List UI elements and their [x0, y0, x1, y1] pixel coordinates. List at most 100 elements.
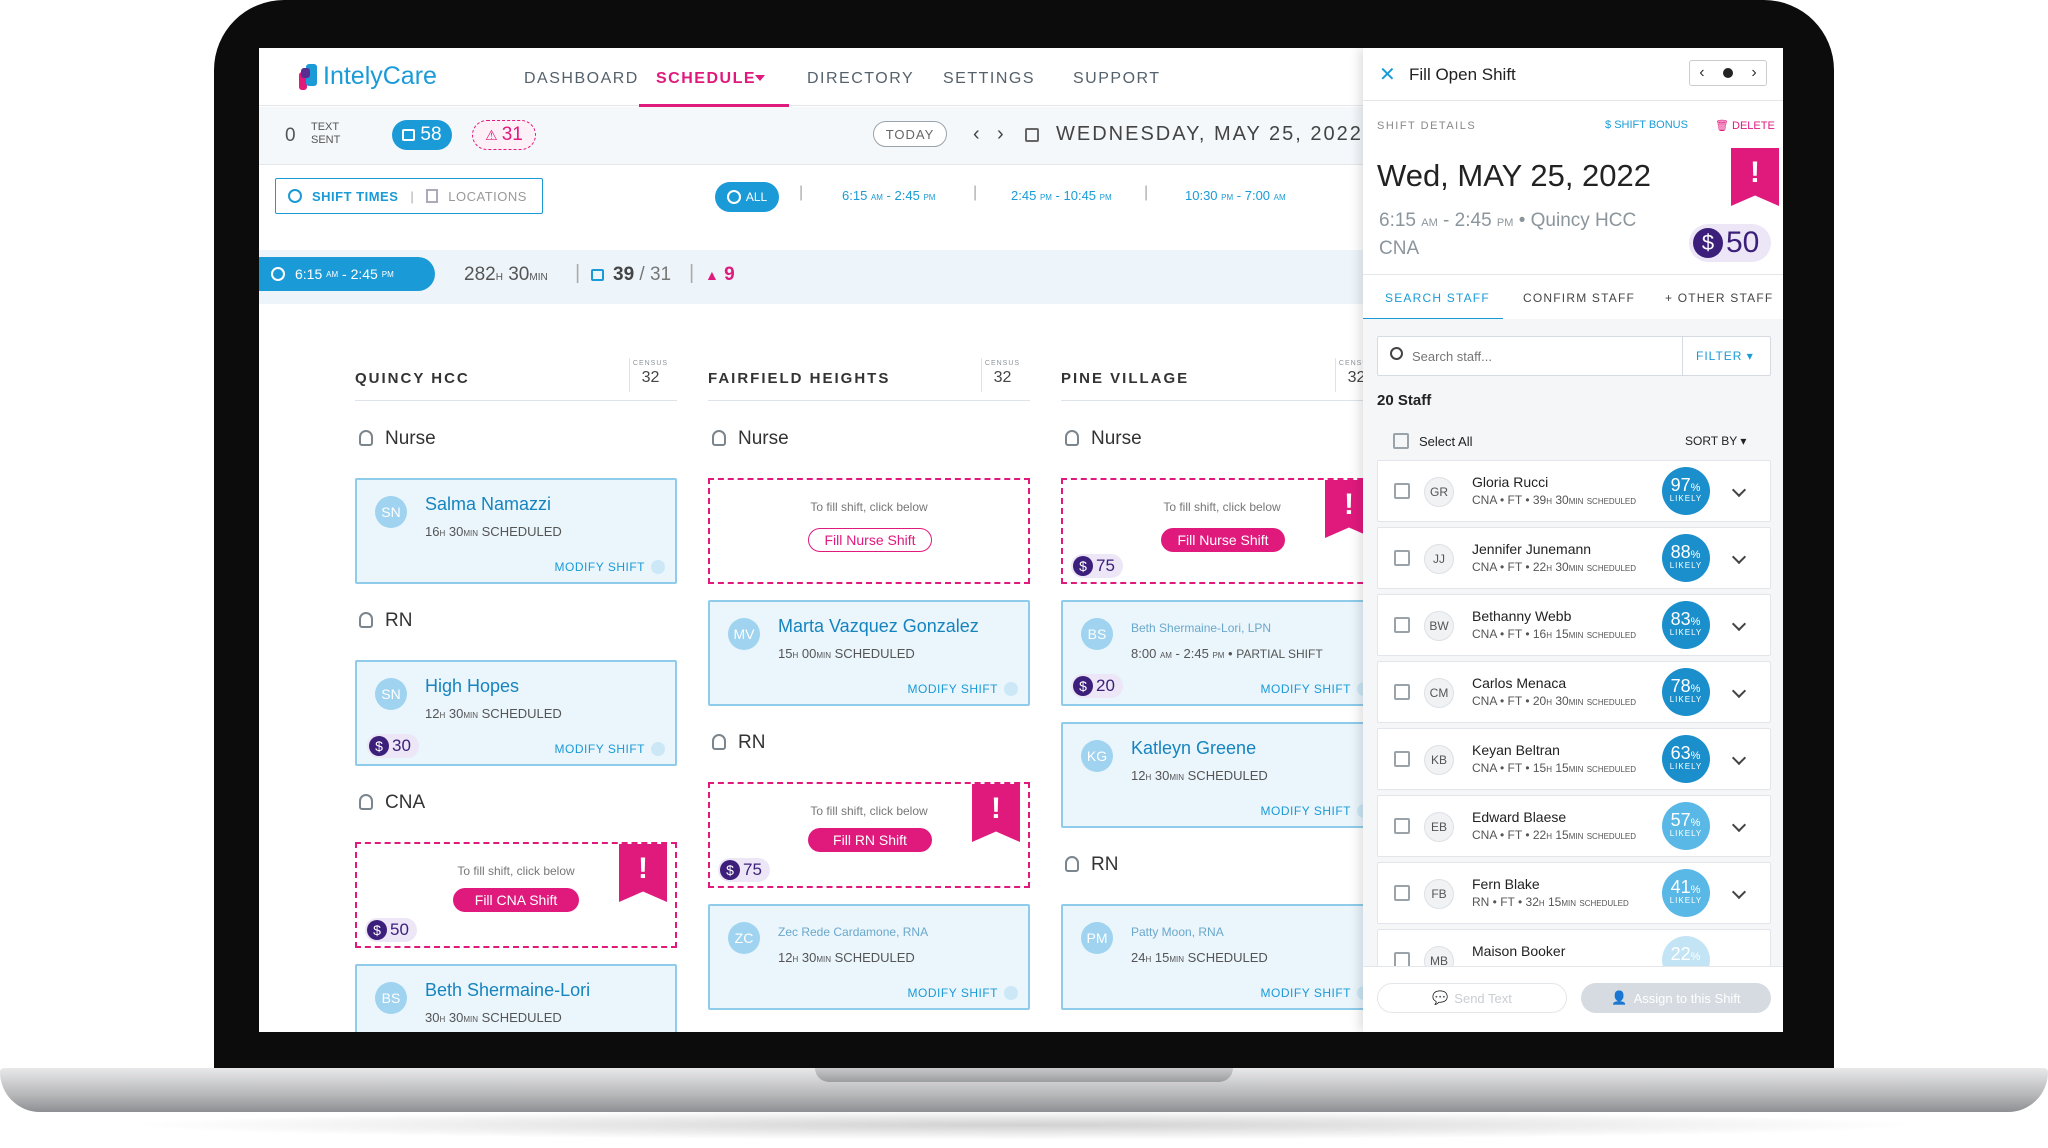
delete-link[interactable]: 🗑 DELETE	[1715, 119, 1775, 132]
shift-card-zec[interactable]: ZC Zec Rede Cardamone, RNA 12H 30MIN SCH…	[708, 904, 1030, 1010]
staff-row[interactable]: CM Carlos Menaca CNA • FT • 20H 30MIN SCHE…	[1377, 661, 1771, 723]
prev-icon[interactable]: ‹	[1699, 64, 1704, 82]
shift-card-katleyn[interactable]: KG Katleyn Greene 12H 30MIN SCHEDULED MO…	[1061, 722, 1383, 828]
assign-shift-button[interactable]: 👤 Assign to this Shift	[1581, 983, 1771, 1013]
avatar: BW	[1424, 611, 1454, 641]
chevron-down-icon[interactable]	[1731, 683, 1747, 699]
scheduled-hours: 16H 30MIN SCHEDULED	[425, 524, 562, 539]
chevron-down-icon[interactable]	[1731, 482, 1747, 498]
staff-row[interactable]: KB Keyan Beltran CNA • FT • 15H 15MIN SCHE…	[1377, 728, 1771, 790]
staff-name[interactable]: High Hopes	[425, 676, 519, 697]
likelihood-badge: 88% LIKELY	[1662, 534, 1710, 582]
staff-row[interactable]: MB Maison Booker 22%	[1377, 929, 1771, 969]
staff-name[interactable]: Beth Shermaine-Lori	[425, 980, 590, 1001]
bonus-badge: $20	[1071, 674, 1123, 698]
role-label-rn: RN	[359, 610, 412, 632]
staff-name[interactable]: Marta Vazquez Gonzalez	[778, 616, 979, 637]
selected-shift-pill[interactable]: 6:15 AM - 2:45 PM	[259, 257, 435, 291]
modify-shift-button[interactable]: MODIFY SHIFT	[908, 986, 1018, 1000]
prev-day-icon[interactable]: ‹	[973, 123, 980, 146]
dollar-icon: $	[369, 736, 389, 756]
staff-checkbox[interactable]	[1394, 684, 1410, 700]
tab-search-staff[interactable]: SEARCH STAFF	[1385, 291, 1490, 305]
staff-row[interactable]: JJ Jennifer Junemann CNA • FT • 22H 30MIN …	[1377, 527, 1771, 589]
send-text-button[interactable]: 💬 Send Text	[1377, 983, 1567, 1013]
staff-name[interactable]: Zec Rede Cardamone, RNA	[778, 920, 928, 941]
nav-directory[interactable]: DIRECTORY	[807, 70, 914, 88]
brand-logo[interactable]: IntelyCare	[299, 62, 437, 91]
chevron-down-icon[interactable]	[1731, 616, 1747, 632]
calendar-count-badge[interactable]: 58	[392, 120, 452, 150]
staff-checkbox[interactable]	[1394, 818, 1410, 834]
staff-name[interactable]: Salma Namazzi	[425, 494, 551, 515]
open-shift-nurse-fairfield: To fill shift, click below Fill Nurse Sh…	[708, 478, 1030, 584]
staff-name[interactable]: Patty Moon, RNA	[1131, 920, 1224, 941]
staff-row[interactable]: BW Bethanny Webb CNA • FT • 16H 15MIN SCHE…	[1377, 594, 1771, 656]
fill-rn-shift-button[interactable]: Fill RN Shift	[808, 828, 932, 852]
shift-filter-2[interactable]: 2:45 PM - 10:45 PM	[1011, 188, 1112, 203]
shift-card-marta[interactable]: MV Marta Vazquez Gonzalez 15H 00MIN SCHE…	[708, 600, 1030, 706]
select-all-checkbox[interactable]	[1393, 433, 1409, 449]
shift-times-toggle[interactable]: SHIFT TIMES	[312, 189, 398, 204]
likelihood-badge: 97% LIKELY	[1662, 467, 1710, 515]
alert-count: 31	[501, 124, 523, 145]
staff-checkbox[interactable]	[1394, 751, 1410, 767]
staff-checkbox[interactable]	[1394, 550, 1410, 566]
chevron-down-icon[interactable]	[1731, 549, 1747, 565]
shift-filter-1[interactable]: 6:15 AM - 2:45 PM	[842, 188, 935, 203]
staff-checkbox[interactable]	[1394, 885, 1410, 901]
fill-nurse-shift-button[interactable]: Fill Nurse Shift	[808, 528, 932, 552]
next-icon[interactable]: ›	[1751, 64, 1756, 82]
staff-name[interactable]: Beth Shermaine-Lori, LPN	[1131, 616, 1271, 637]
shift-bonus-link[interactable]: $ SHIFT BONUS	[1605, 119, 1688, 131]
modify-shift-button[interactable]: MODIFY SHIFT	[555, 560, 665, 574]
shift-card-salma[interactable]: SN Salma Namazzi 16H 30MIN SCHEDULED MOD…	[355, 478, 677, 584]
shift-card-beth[interactable]: BS Beth Shermaine-Lori 30H 30MIN SCHEDUL…	[355, 964, 677, 1032]
chevron-down-icon[interactable]	[1731, 750, 1747, 766]
all-shifts-pill[interactable]: ALL	[715, 182, 779, 212]
staff-name[interactable]: Katleyn Greene	[1131, 738, 1256, 759]
chevron-down-icon[interactable]	[1731, 817, 1747, 833]
top-nav: IntelyCare DASHBOARD SCHEDULE DIRECTORY …	[259, 48, 1379, 107]
staff-checkbox[interactable]	[1394, 483, 1410, 499]
close-icon[interactable]: ✕	[1379, 62, 1396, 87]
search-input[interactable]	[1412, 345, 1612, 367]
nav-dashboard[interactable]: DASHBOARD	[524, 70, 639, 88]
shift-filter-3[interactable]: 10:30 PM - 7:00 AM	[1185, 188, 1286, 203]
chevron-down-icon[interactable]	[1731, 884, 1747, 900]
calendar-count: 58	[420, 124, 442, 145]
view-toggle: SHIFT TIMES | LOCATIONS	[275, 178, 543, 214]
partial-shift-time: 8:00 AM - 2:45 PM • PARTIAL SHIFT	[1131, 646, 1323, 661]
staff-row[interactable]: FB Fern Blake RN • FT • 32H 15MIN SCHEDULE…	[1377, 862, 1771, 924]
filter-button[interactable]: FILTER ▾	[1696, 349, 1754, 363]
tab-confirm-staff[interactable]: CONFIRM STAFF	[1523, 291, 1635, 305]
current-date: WEDNESDAY, MAY 25, 2022	[1056, 123, 1363, 145]
person-icon	[712, 734, 726, 750]
modify-shift-button[interactable]: MODIFY SHIFT	[1261, 804, 1371, 818]
staff-checkbox[interactable]	[1394, 617, 1410, 633]
shift-card-beth-lpn[interactable]: BS Beth Shermaine-Lori, LPN 8:00 AM - 2:…	[1061, 600, 1383, 706]
person-icon	[359, 612, 373, 628]
dot-icon[interactable]	[1722, 68, 1733, 78]
modify-shift-button[interactable]: MODIFY SHIFT	[908, 682, 1018, 696]
date-picker-icon[interactable]	[1025, 128, 1039, 142]
staff-row[interactable]: EB Edward Blaese CNA • FT • 22H 15MIN SCHE…	[1377, 795, 1771, 857]
modify-shift-button[interactable]: MODIFY SHIFT	[1261, 986, 1371, 1000]
alert-count-badge[interactable]: ⚠ 31	[472, 120, 536, 150]
shift-role: CNA	[1379, 238, 1420, 259]
shift-card-high-hopes[interactable]: SN High Hopes 12H 30MIN SCHEDULED $30 MO…	[355, 660, 677, 766]
staff-row[interactable]: GR Gloria Rucci CNA • FT • 39H 30MIN SCHED…	[1377, 460, 1771, 522]
nav-settings[interactable]: SETTINGS	[943, 70, 1035, 88]
modify-shift-button[interactable]: MODIFY SHIFT	[555, 742, 665, 756]
modify-shift-button[interactable]: MODIFY SHIFT	[1261, 682, 1371, 696]
locations-toggle[interactable]: LOCATIONS	[448, 189, 527, 204]
today-button[interactable]: TODAY	[873, 121, 947, 147]
fill-cna-shift-button[interactable]: Fill CNA Shift	[453, 888, 579, 912]
shift-card-patty[interactable]: PM Patty Moon, RNA 24H 15MIN SCHEDULED M…	[1061, 904, 1383, 1010]
next-day-icon[interactable]: ›	[997, 123, 1004, 146]
fill-nurse-shift-button[interactable]: Fill Nurse Shift	[1161, 528, 1285, 552]
tab-other-staff[interactable]: + OTHER STAFF	[1665, 291, 1773, 305]
nav-support[interactable]: SUPPORT	[1073, 70, 1161, 88]
nav-schedule[interactable]: SCHEDULE	[656, 70, 756, 88]
sort-by-button[interactable]: SORT BY ▾	[1685, 434, 1746, 448]
